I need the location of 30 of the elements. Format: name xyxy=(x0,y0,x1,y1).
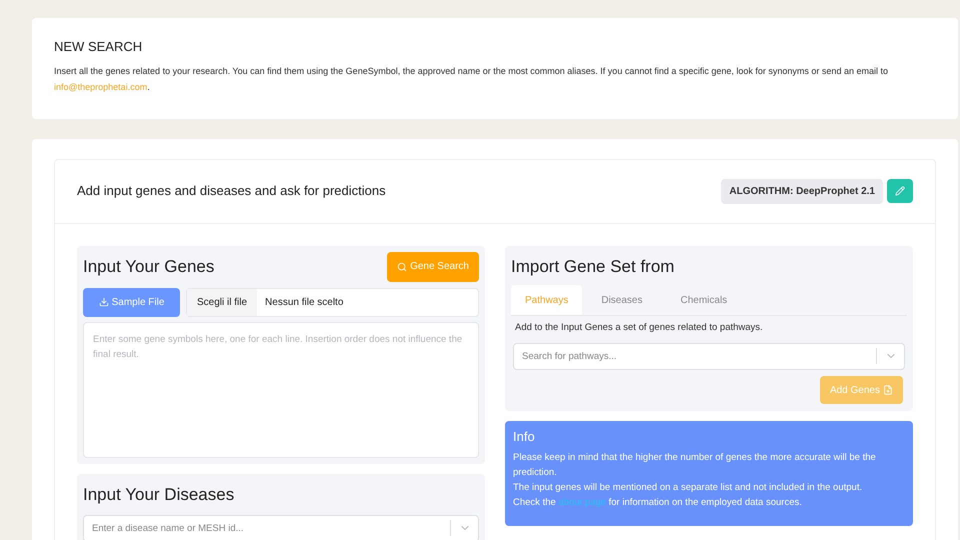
info-text: Check the about page for information on the employed data sources. xyxy=(513,496,803,510)
edit-button[interactable] xyxy=(887,179,913,203)
tab[interactable]: Chemicals xyxy=(662,285,746,315)
choose-file-button[interactable]: Scegli il file xyxy=(187,288,258,316)
pathway-select[interactable]: Search for pathways... xyxy=(513,343,905,370)
pencil-icon xyxy=(895,186,905,196)
file-input[interactable]: Scegli il file Nessun file scelto xyxy=(186,288,479,316)
sample-file-button[interactable]: Sample File xyxy=(83,288,180,316)
intro-text: Insert all the genes related to your research. You can find them using the GeneSymbol, the approved name or the most common aliases. If you cannot find a specific gene, look for synonyms or send an email to info@theprophetai.com. xyxy=(54,64,889,94)
disease-select[interactable]: Enter a disease name or MESH id... xyxy=(83,515,479,540)
panel-title: Input Your Diseases xyxy=(83,484,236,506)
search-icon xyxy=(397,262,408,272)
section-title: NEW SEARCH xyxy=(54,38,144,56)
panel-title: Input Your Genes xyxy=(83,256,214,278)
genes-text-area[interactable]: Enter some gene symbols here, one for each line. Insertion order does not influence the final result. xyxy=(83,322,479,458)
algorithm-badge: ALGORITHM: DeepProphet 2.1 xyxy=(721,178,883,204)
email-link[interactable]: info@theprophetai.com xyxy=(54,82,148,92)
gene-search-button[interactable]: Gene Search xyxy=(387,252,479,282)
import-description: Add to the Input Genes a set of genes related to pathways. xyxy=(514,321,764,335)
download-icon xyxy=(98,297,109,307)
file-plus-icon xyxy=(883,385,893,396)
info-title: Info xyxy=(513,428,536,446)
info-text: Please keep in mind that the higher the number of genes the more accurate will be the prediction. xyxy=(513,451,877,480)
tab[interactable]: Pathways xyxy=(511,285,582,315)
info-text: The input genes will be mentioned on a separate list and not included in the output. xyxy=(513,481,864,495)
card-title: Add input genes and diseases and ask for predictions xyxy=(77,182,386,200)
about-link[interactable]: about page xyxy=(558,497,606,508)
file-status: Nessun file scelto xyxy=(264,296,344,310)
panel-title: Import Gene Set from xyxy=(511,256,676,278)
tab[interactable]: Diseases xyxy=(582,285,662,315)
